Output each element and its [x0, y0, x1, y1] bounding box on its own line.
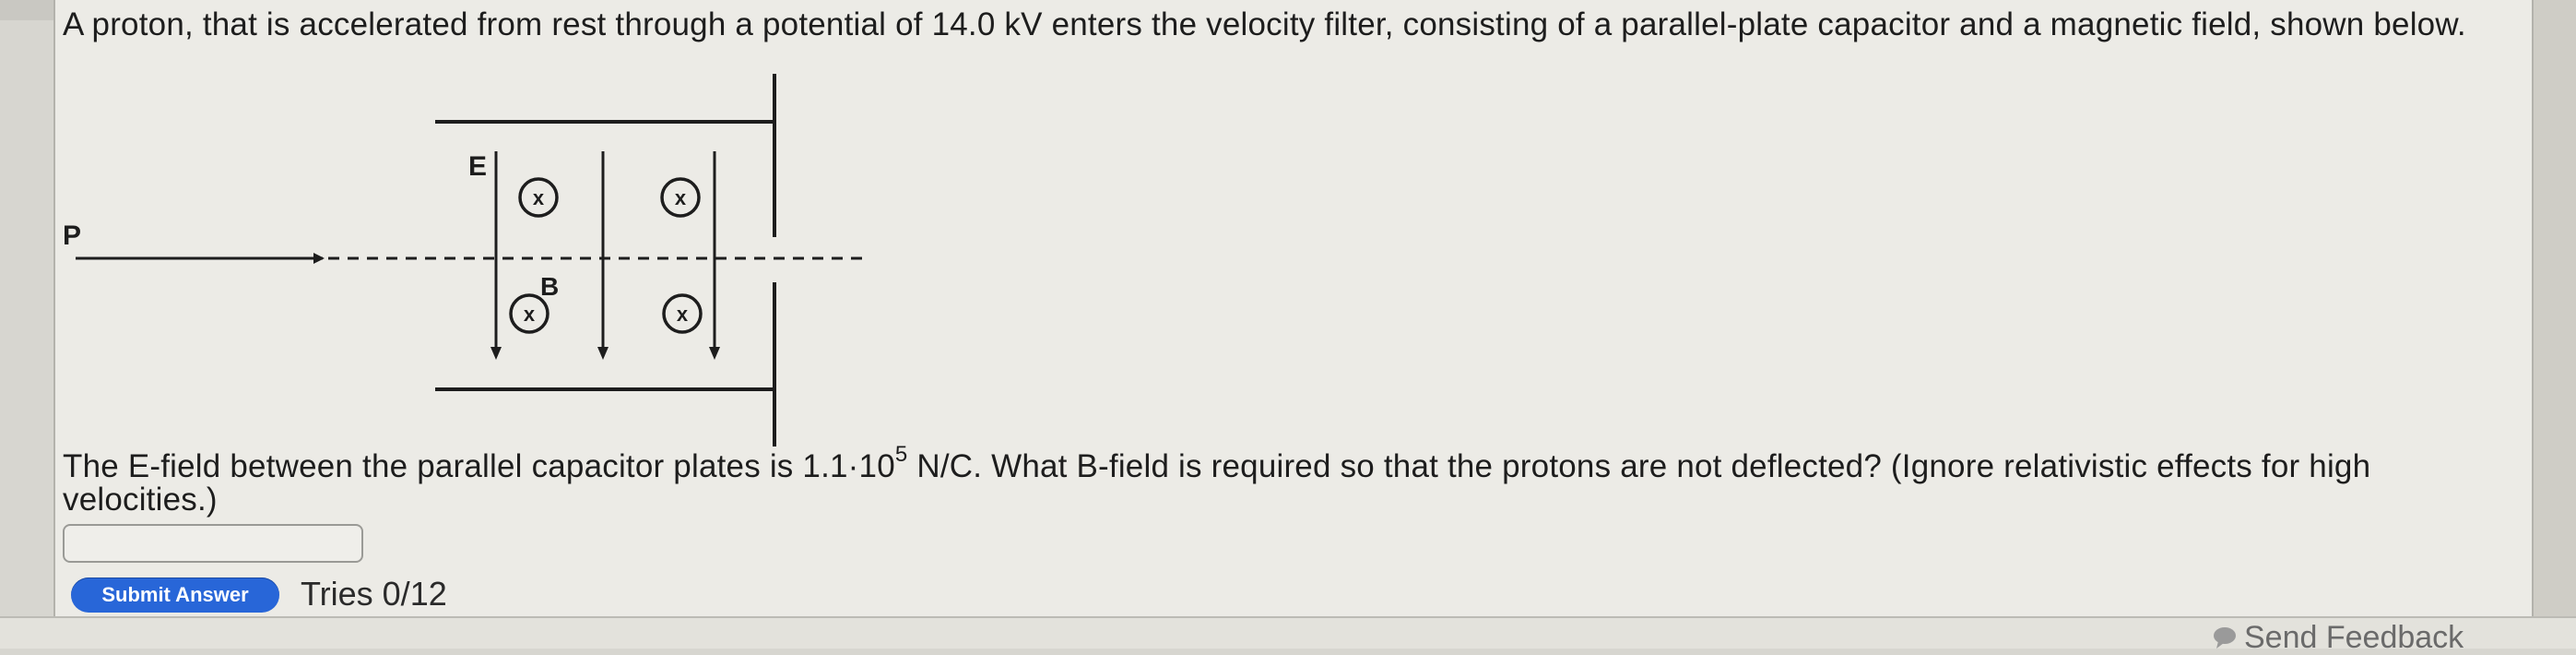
- submit-answer-button[interactable]: Submit Answer: [71, 578, 279, 613]
- tries-counter: Tries 0/12: [301, 575, 447, 613]
- right-margin: [2534, 0, 2576, 649]
- e-field-arrowhead-2: [597, 347, 609, 360]
- b-field-into-page-icon: x: [662, 293, 703, 334]
- velocity-filter-diagram: x x x x P E B: [63, 74, 867, 447]
- label-p: P: [63, 220, 81, 251]
- svg-text:x: x: [675, 186, 687, 209]
- svg-text:x: x: [533, 186, 545, 209]
- footer-bar: [0, 616, 2576, 649]
- question-intro: A proton, that is accelerated from rest …: [63, 6, 2466, 42]
- b-field-into-page-icon: x: [518, 177, 559, 218]
- label-b: B: [540, 272, 559, 301]
- question-prompt: The E-field between the parallel capacit…: [63, 444, 2497, 517]
- prompt-part-1: The E-field between the parallel capacit…: [63, 448, 895, 484]
- svg-text:x: x: [524, 303, 536, 326]
- label-e: E: [468, 151, 487, 182]
- e-field-arrowhead-1: [490, 347, 502, 360]
- b-field-into-page-icon: x: [509, 293, 549, 334]
- answer-input[interactable]: [63, 524, 363, 563]
- prompt-exponent: 5: [894, 442, 908, 468]
- svg-text:x: x: [677, 303, 689, 326]
- b-field-into-page-icon: x: [660, 177, 701, 218]
- e-field-arrowhead-3: [709, 347, 720, 360]
- feedback-speech-icon: [2214, 627, 2236, 649]
